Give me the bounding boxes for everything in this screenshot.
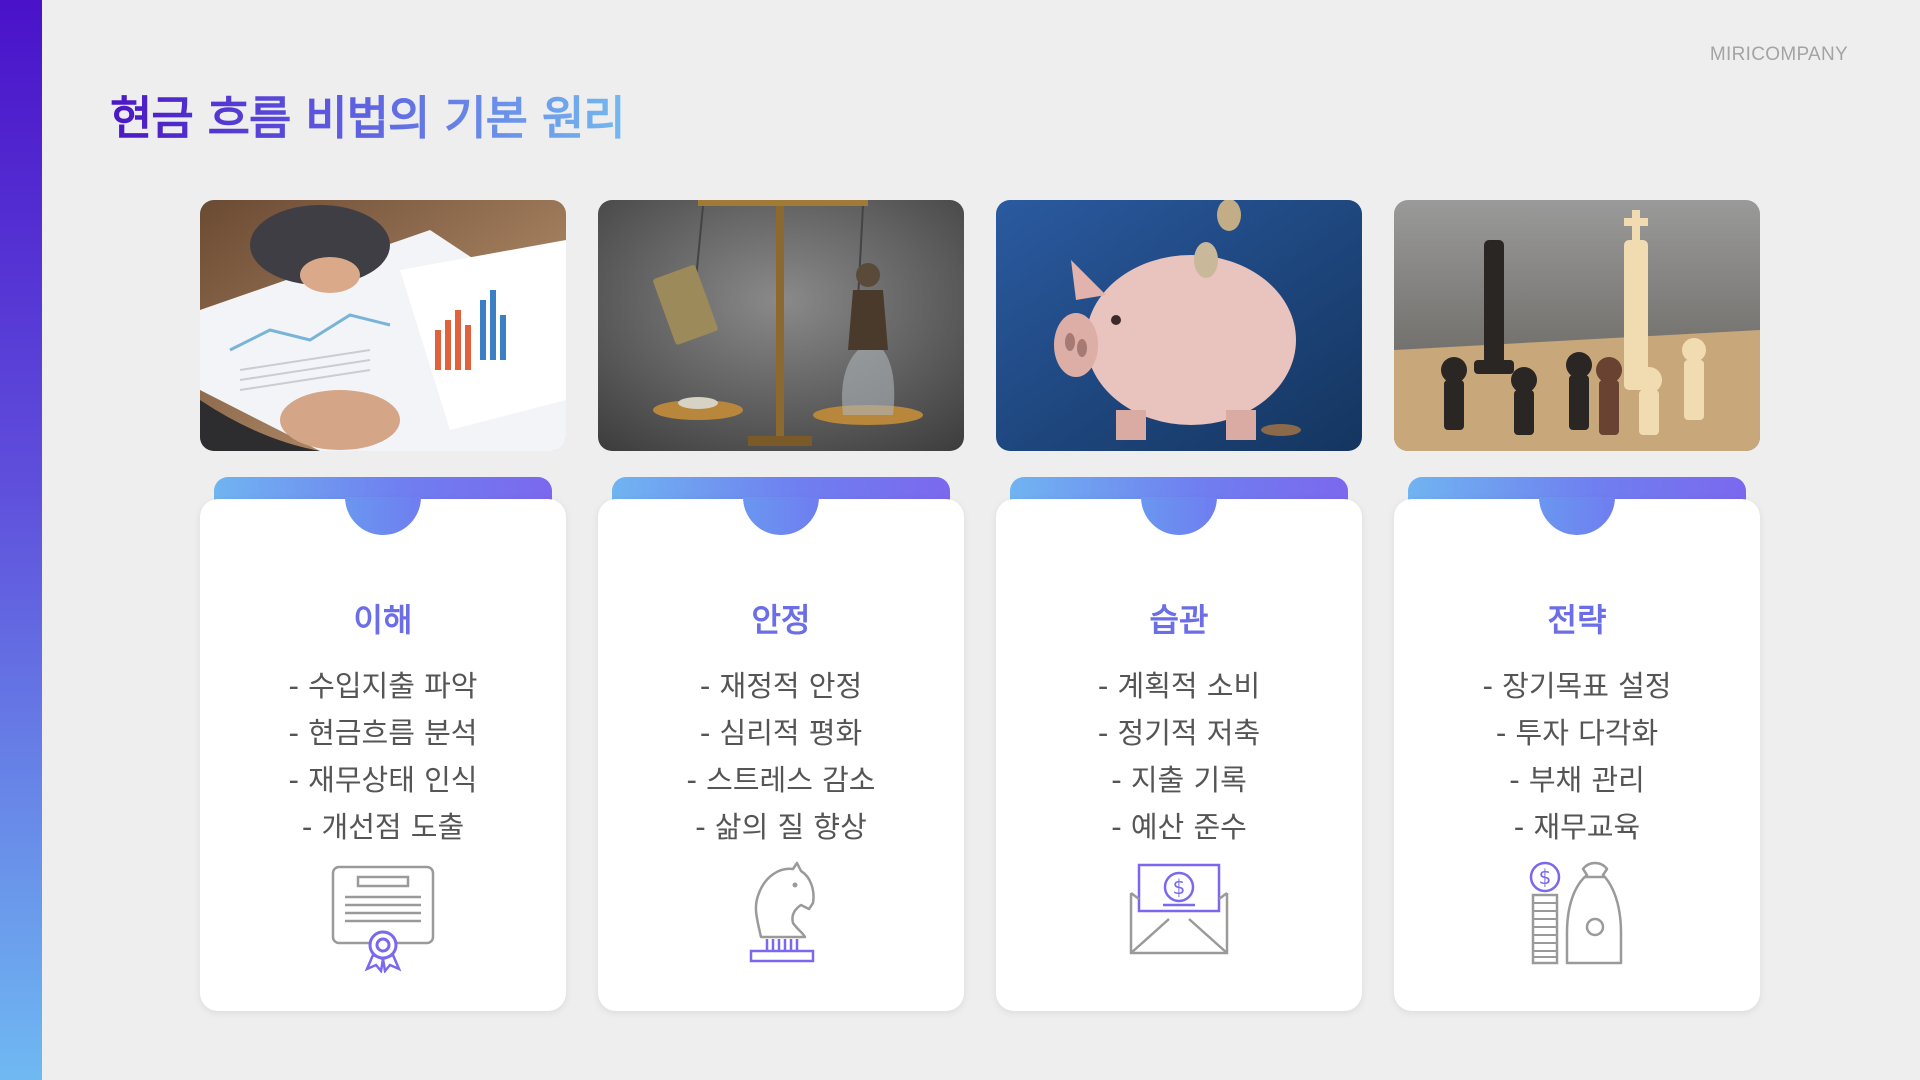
- list-item: - 삶의 질 향상: [695, 810, 867, 844]
- list-item: - 스트레스 감소: [686, 763, 876, 797]
- list-item: - 재무교육: [1513, 810, 1641, 844]
- chess-knight-icon: [721, 853, 841, 973]
- card-notch: [345, 497, 421, 535]
- card-column-habit: 습관 - 계획적 소비 - 정기적 저축 - 지출 기록 - 예산 준수 $: [996, 200, 1362, 1011]
- piggy-bank-photo: [996, 200, 1362, 451]
- card-column-understanding: 이해 - 수입지출 파악 - 현금흐름 분석 - 재무상태 인식 - 개선점 도…: [200, 200, 566, 1011]
- list-item: - 현금흐름 분석: [288, 716, 478, 750]
- list-item: - 계획적 소비: [1097, 669, 1261, 703]
- list-item: - 투자 다각화: [1495, 716, 1659, 750]
- coins-money-bag-icon: $: [1517, 853, 1637, 973]
- card-title: 이해: [353, 601, 413, 639]
- list-item: - 재무상태 인식: [288, 763, 478, 797]
- list-item: - 개선점 도출: [301, 810, 465, 844]
- card-items: - 계획적 소비 - 정기적 저축 - 지출 기록 - 예산 준수: [996, 663, 1362, 851]
- card-understanding: 이해 - 수입지출 파악 - 현금흐름 분석 - 재무상태 인식 - 개선점 도…: [200, 497, 566, 1011]
- card-title: 안정: [751, 601, 811, 639]
- list-item: - 부채 관리: [1509, 763, 1645, 797]
- card-stability: 안정 - 재정적 안정 - 심리적 평화 - 스트레스 감소 - 삶의 질 향상: [598, 497, 964, 1011]
- card-notch: [1141, 497, 1217, 535]
- list-item: - 예산 준수: [1111, 810, 1247, 844]
- card-items: - 장기목표 설정 - 투자 다각화 - 부채 관리 - 재무교육: [1394, 663, 1760, 851]
- money-envelope-icon: $: [1119, 853, 1239, 973]
- card-notch: [1539, 497, 1615, 535]
- card-title: 습관: [1149, 601, 1209, 639]
- side-accent-bar: [0, 0, 42, 1080]
- list-item: - 장기목표 설정: [1482, 669, 1672, 703]
- list-item: - 심리적 평화: [699, 716, 863, 750]
- list-item: - 수입지출 파악: [288, 669, 478, 703]
- cards-row: 이해 - 수입지출 파악 - 현금흐름 분석 - 재무상태 인식 - 개선점 도…: [200, 200, 1760, 1011]
- balance-scale-photo: [598, 200, 964, 451]
- card-column-strategy: 전략 - 장기목표 설정 - 투자 다각화 - 부채 관리 - 재무교육 $: [1394, 200, 1760, 1011]
- brand-label: MIRICOMPANY: [1709, 44, 1848, 65]
- card-notch: [743, 497, 819, 535]
- card-column-stability: 안정 - 재정적 안정 - 심리적 평화 - 스트레스 감소 - 삶의 질 향상: [598, 200, 964, 1011]
- list-item: - 정기적 저축: [1097, 716, 1261, 750]
- certificate-icon: [323, 853, 443, 973]
- svg-text:$: $: [1539, 865, 1552, 889]
- page-title: 현금 흐름 비법의 기본 원리: [110, 82, 626, 148]
- card-strategy: 전략 - 장기목표 설정 - 투자 다각화 - 부채 관리 - 재무교육 $: [1394, 497, 1760, 1011]
- card-items: - 재정적 안정 - 심리적 평화 - 스트레스 감소 - 삶의 질 향상: [598, 663, 964, 851]
- list-item: - 지출 기록: [1111, 763, 1247, 797]
- card-title: 전략: [1547, 601, 1607, 639]
- card-habit: 습관 - 계획적 소비 - 정기적 저축 - 지출 기록 - 예산 준수 $: [996, 497, 1362, 1011]
- chess-pieces-photo: [1394, 200, 1760, 451]
- financial-report-photo: [200, 200, 566, 451]
- list-item: - 재정적 안정: [699, 669, 863, 703]
- svg-text:$: $: [1173, 875, 1186, 899]
- card-items: - 수입지출 파악 - 현금흐름 분석 - 재무상태 인식 - 개선점 도출: [200, 663, 566, 851]
